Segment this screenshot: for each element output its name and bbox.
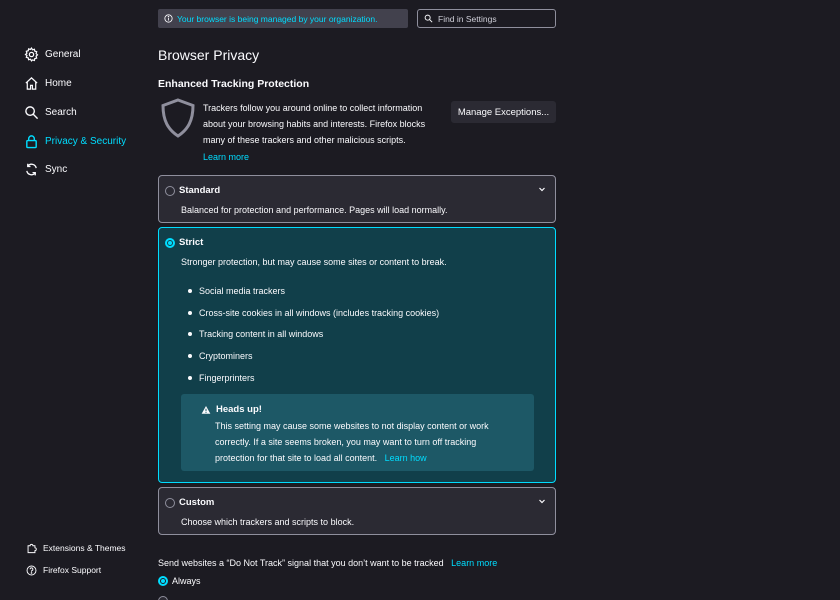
custom-radio[interactable]: [165, 497, 175, 508]
warning-title: Heads up!: [201, 404, 262, 415]
custom-radio-row[interactable]: Custom: [165, 497, 214, 508]
strict-radio-row[interactable]: Strict: [165, 237, 203, 248]
managed-notice[interactable]: Your browser is being managed by your or…: [158, 9, 408, 28]
dnt-always-radio[interactable]: [158, 576, 168, 586]
puzzle-icon: [27, 543, 37, 553]
standard-label: Standard: [179, 185, 221, 196]
firefox-support-link[interactable]: Firefox Support: [26, 560, 101, 580]
dnt-learn-more-link[interactable]: Learn more: [451, 558, 497, 568]
dnt-always-option[interactable]: Always: [158, 576, 201, 586]
strict-option[interactable]: Strict Stronger protection, but may caus…: [158, 227, 556, 483]
sidebar-item-privacy[interactable]: Privacy & Security: [24, 131, 126, 151]
manage-exceptions-button[interactable]: Manage Exceptions...: [451, 101, 556, 123]
strict-description: Stronger protection, but may cause some …: [181, 257, 447, 267]
search-icon: [25, 105, 39, 119]
list-item: Cryptominers: [188, 345, 439, 367]
list-item: Fingerprinters: [188, 367, 439, 389]
custom-description: Choose which trackers and scripts to blo…: [181, 517, 355, 527]
standard-radio-row[interactable]: Standard: [165, 185, 220, 196]
help-icon: [26, 565, 37, 575]
shield-icon: [161, 98, 195, 138]
warning-icon: [201, 405, 211, 414]
sidebar-item-sync[interactable]: Sync: [24, 159, 67, 179]
custom-label: Custom: [179, 497, 215, 508]
chevron-down-icon[interactable]: [538, 497, 546, 505]
extensions-themes-link[interactable]: Extensions & Themes: [26, 538, 126, 558]
chevron-down-icon[interactable]: [538, 185, 546, 193]
sidebar-item-label: Sync: [45, 163, 68, 175]
sync-icon: [26, 163, 37, 175]
list-item: Cross-site cookies in all windows (inclu…: [188, 302, 439, 324]
strict-blocked-list: Social media trackers Cross-site cookies…: [188, 280, 439, 388]
etp-description: Trackers follow you around online to col…: [203, 103, 426, 162]
standard-radio[interactable]: [165, 185, 175, 196]
sidebar-item-label: Search: [45, 106, 77, 118]
firefox-support-label: Firefox Support: [43, 565, 102, 575]
home-icon: [25, 76, 38, 90]
heads-up-warning: Heads up! This setting may cause some we…: [181, 394, 534, 471]
managed-notice-text: Your browser is being managed by your or…: [177, 13, 378, 24]
strict-label: Strict: [179, 237, 204, 248]
page-title: Browser Privacy: [158, 47, 260, 63]
sidebar: General Home Search Privacy & Security S…: [0, 0, 150, 600]
sidebar-item-label: Home: [45, 77, 72, 89]
etp-title: Enhanced Tracking Protection: [158, 78, 310, 90]
standard-option[interactable]: Standard Balanced for protection and per…: [158, 175, 556, 223]
dnt-always-label: Always: [172, 576, 201, 586]
search-icon: [424, 14, 433, 23]
sidebar-item-general[interactable]: General: [24, 44, 81, 64]
list-item: Social media trackers: [188, 280, 439, 302]
search-input[interactable]: [438, 13, 548, 24]
dnt-secondary-radio[interactable]: [158, 596, 168, 600]
sidebar-item-label: General: [45, 48, 81, 60]
learn-how-link[interactable]: Learn how: [385, 453, 427, 463]
strict-radio[interactable]: [165, 237, 175, 248]
etp-learn-more-link[interactable]: Learn more: [203, 152, 249, 162]
standard-description: Balanced for protection and performance.…: [181, 205, 448, 215]
settings-search[interactable]: [417, 9, 556, 28]
list-item: Tracking content in all windows: [188, 323, 439, 345]
extensions-themes-label: Extensions & Themes: [43, 543, 126, 553]
lock-icon: [26, 134, 37, 148]
warning-text: This setting may cause some websites to …: [215, 421, 489, 464]
dnt-text: Send websites a “Do Not Track” signal th…: [158, 558, 444, 568]
custom-option[interactable]: Custom Choose which trackers and scripts…: [158, 487, 556, 535]
dnt-section: Send websites a “Do Not Track” signal th…: [158, 558, 497, 568]
info-icon: [164, 14, 173, 23]
sidebar-item-search[interactable]: Search: [24, 102, 77, 122]
gear-icon: [24, 46, 39, 62]
sidebar-item-home[interactable]: Home: [24, 73, 72, 93]
sidebar-item-label: Privacy & Security: [45, 135, 127, 147]
